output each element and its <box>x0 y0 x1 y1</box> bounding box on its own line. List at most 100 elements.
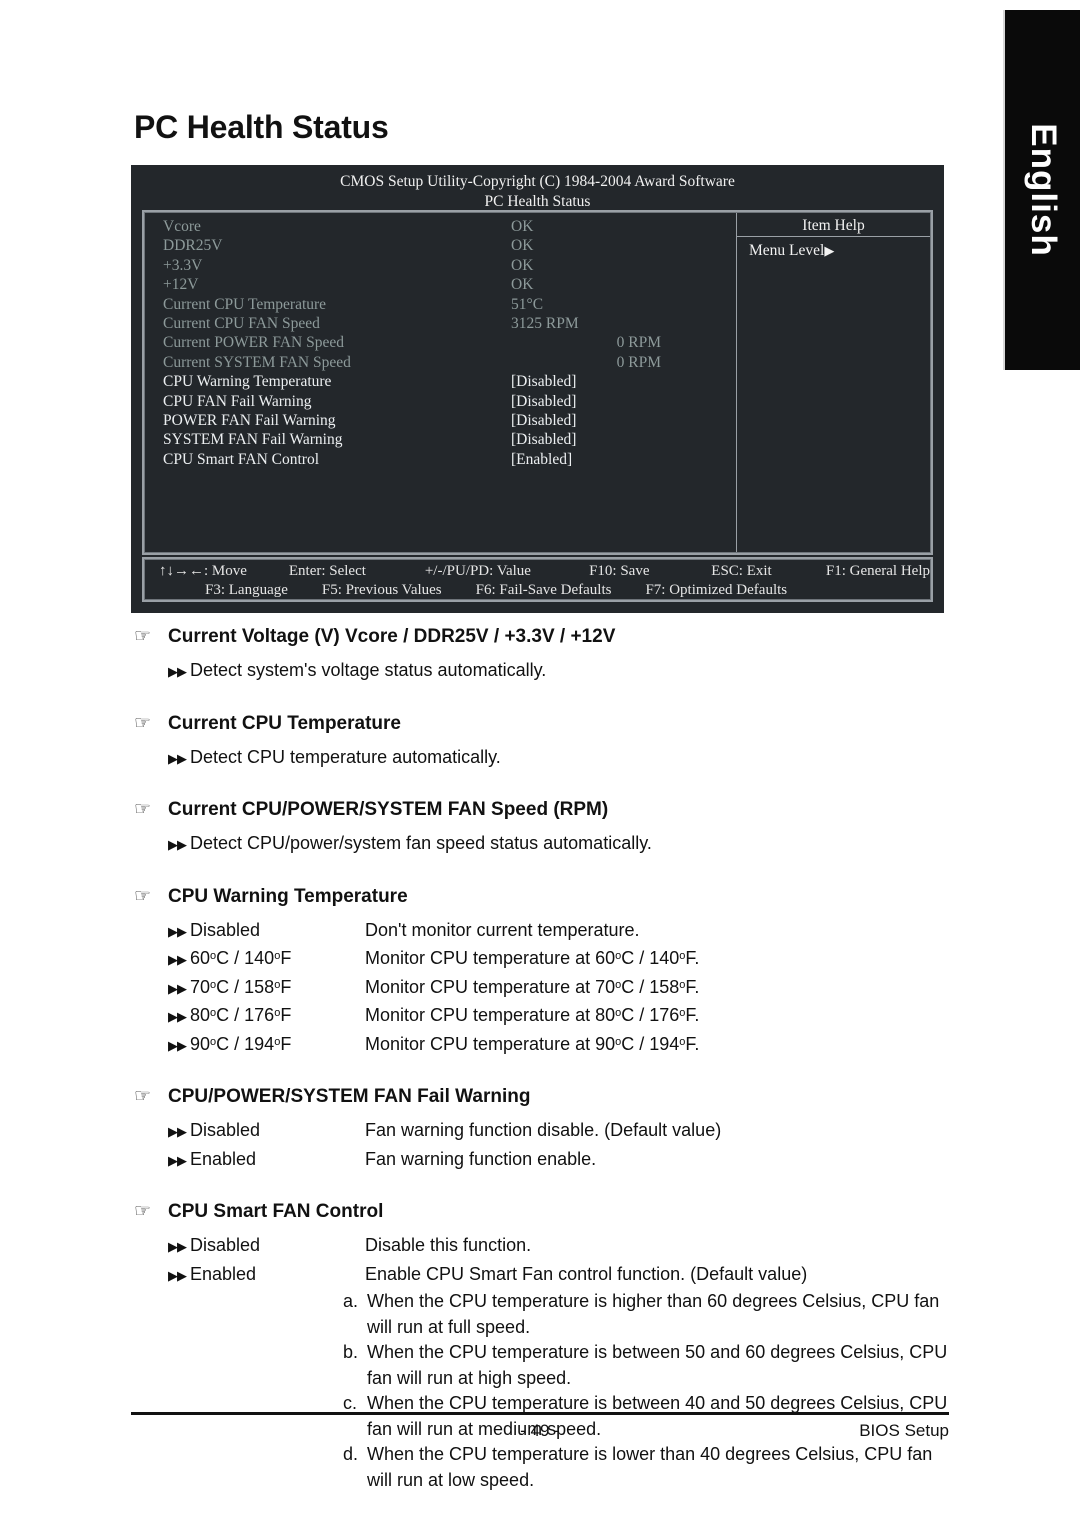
section-heading: ☞ CPU Warning Temperature <box>0 884 1080 909</box>
bios-key-hint: F1: General Help <box>825 563 930 579</box>
bios-setting-value: OK <box>511 237 534 255</box>
double-arrow-bullet-icon: ▶▶ <box>168 750 187 766</box>
option-row: ▶▶ Detect system's voltage status automat… <box>0 657 1080 686</box>
bios-setting-value: 0 RPM <box>616 334 661 352</box>
bios-key-hint: F6: Fail-Save Defaults <box>475 582 612 598</box>
bios-setup-screenshot: CMOS Setup Utility-Copyright (C) 1984-20… <box>131 165 944 613</box>
heading-spacer <box>0 1109 1080 1117</box>
documentation-body: ☞ Current Voltage (V) Vcore / DDR25V / +3… <box>0 624 1080 1493</box>
bios-key-hint: F3: Language <box>205 582 288 598</box>
page-title: PC Health Status <box>134 109 389 145</box>
language-tab-label: English <box>1023 123 1063 257</box>
sub-item-row: d. When the CPU temperature is lower than… <box>0 1442 1080 1468</box>
sub-item-indent <box>343 1315 367 1341</box>
bios-setting-name: Current CPU FAN Speed <box>163 315 320 333</box>
sub-item-indent <box>343 1366 367 1392</box>
bios-setting-value[interactable]: [Disabled] <box>511 392 661 411</box>
option-row: ▶▶ 90oC / 194oF Monitor CPU temperature at… <box>0 1031 1080 1060</box>
footer-divider <box>131 1412 949 1415</box>
bios-setting-row[interactable]: SYSTEM FAN Fail Warning [Disabled] <box>163 430 736 449</box>
option-row: ▶▶ Enabled Enable CPU Smart Fan control fu… <box>0 1261 1080 1290</box>
option-label: Disabled <box>190 1235 261 1255</box>
bios-setting-row: Current CPU FAN Speed 3125 RPM <box>163 314 736 333</box>
bios-key-hint: ESC: Exit <box>711 563 772 579</box>
bios-key-hint: +/-/PU/PD: Value <box>424 563 531 579</box>
section-heading-text: Current CPU Temperature <box>168 712 401 734</box>
bios-settings-list: Vcore OK DDR25V OK +3.3V OK +12V OK Current CPU … <box>145 213 737 552</box>
bios-setting-name: POWER FAN Fail Warning <box>163 412 336 430</box>
heading-spacer <box>0 736 1080 744</box>
bios-setting-name: Current POWER FAN Speed <box>163 334 344 352</box>
option-description: Fan warning function enable. <box>365 1148 597 1169</box>
option-label: 90oC / 194oF <box>190 1033 292 1054</box>
item-help-title: Item Help <box>737 213 930 237</box>
pointing-hand-icon: ☞ <box>134 626 152 647</box>
section-heading: ☞ Current Voltage (V) Vcore / DDR25V / +3… <box>0 624 1080 649</box>
bios-setting-row: DDR25V OK <box>163 236 736 255</box>
bios-setting-row[interactable]: POWER FAN Fail Warning [Disabled] <box>163 411 736 430</box>
bios-key-hint: F7: Optimized Defaults <box>645 582 788 598</box>
bios-setting-name: CPU Warning Temperature <box>163 373 332 391</box>
bios-setting-row[interactable]: CPU Smart FAN Control [Enabled] <box>163 450 736 469</box>
bios-setting-value: OK <box>511 256 534 274</box>
double-arrow-bullet-icon: ▶▶ <box>168 837 187 852</box>
bios-setting-row: Vcore OK <box>163 217 736 236</box>
bios-setting-value[interactable]: [Disabled] <box>511 430 661 449</box>
bios-setting-name: CPU FAN Fail Warning <box>163 392 312 410</box>
bios-key-hint: F10: Save <box>589 563 650 579</box>
pointing-hand-icon: ☞ <box>134 1201 152 1222</box>
heading-spacer <box>0 649 1080 657</box>
option-label: Enabled <box>190 1263 257 1284</box>
bios-setting-row[interactable]: CPU Warning Temperature [Disabled] <box>163 372 736 391</box>
sub-item-row-continued: will run at low speed. <box>0 1468 1080 1494</box>
bios-key-hint: Enter: Select <box>288 563 366 579</box>
option-row: ▶▶ 60oC / 140oF Monitor CPU temperature at… <box>0 945 1080 974</box>
menu-level-row: Menu Level▶ <box>737 237 930 261</box>
bios-setting-value[interactable]: [Disabled] <box>511 411 661 430</box>
sub-item-text-line-2: will run at full speed. <box>367 1316 531 1337</box>
double-arrow-bullet-icon: ▶▶ <box>168 980 187 996</box>
bios-utility-title: CMOS Setup Utility-Copyright (C) 1984-20… <box>340 173 735 190</box>
option-description: Monitor CPU temperature at 80oC / 176oF. <box>365 1005 700 1025</box>
sub-item-row: b. When the CPU temperature is between 50… <box>0 1340 1080 1366</box>
heading-spacer <box>0 1224 1080 1232</box>
pointing-hand-icon: ☞ <box>134 885 152 907</box>
bios-setting-row[interactable]: CPU FAN Fail Warning [Disabled] <box>163 392 736 411</box>
bios-key-legend-row-1: ↑↓→←: Move Enter: Select +/-/PU/PD: Value F… <box>145 562 930 581</box>
bios-setting-name: Current CPU Temperature <box>163 295 327 313</box>
sub-item-indent <box>343 1468 367 1494</box>
pointing-hand-icon: ☞ <box>134 712 152 734</box>
sub-item-row-continued: fan will run at high speed. <box>0 1366 1080 1392</box>
bios-setting-value[interactable]: [Enabled] <box>511 450 661 469</box>
bios-setting-value[interactable]: [Disabled] <box>511 372 661 391</box>
section-heading: ☞ CPU Smart FAN Control <box>0 1199 1080 1224</box>
section-heading-text: Current Voltage (V) Vcore / DDR25V / +3.… <box>168 626 616 647</box>
sub-item-text-line-1: When the CPU temperature is higher than … <box>367 1291 940 1311</box>
section-heading: ☞ Current CPU/POWER/SYSTEM FAN Speed (RPM… <box>0 797 1080 822</box>
double-arrow-bullet-icon: ▶▶ <box>168 1124 187 1139</box>
language-tab: English <box>1005 10 1080 370</box>
bios-setting-row: +3.3V OK <box>163 256 736 275</box>
bios-setting-row: +12V OK <box>163 275 736 294</box>
section-heading-text: CPU/POWER/SYSTEM FAN Fail Warning <box>168 1086 531 1107</box>
section-heading-text: CPU Smart FAN Control <box>168 1201 384 1222</box>
bios-key-hint: F5: Previous Values <box>321 582 442 598</box>
bios-setting-value: OK <box>511 276 534 294</box>
bios-main-area: Vcore OK DDR25V OK +3.3V OK +12V OK Current CPU … <box>142 210 933 555</box>
double-arrow-bullet-icon: ▶▶ <box>168 664 187 679</box>
option-row: ▶▶ Disabled Fan warning function disable. … <box>0 1117 1080 1146</box>
sub-item-letter: d. <box>343 1444 359 1464</box>
option-label: 70oC / 158oF <box>190 976 292 997</box>
option-label: Disabled <box>190 919 261 940</box>
menu-level-label: Menu Level <box>749 242 825 259</box>
option-label: 60oC / 140oF <box>190 948 292 968</box>
bios-setting-name: DDR25V <box>163 237 223 255</box>
option-description: Fan warning function disable. (Default v… <box>365 1120 722 1140</box>
option-description: Monitor CPU temperature at 90oC / 194oF. <box>365 1033 700 1054</box>
sub-item-letter: b. <box>343 1342 359 1362</box>
option-description: Detect CPU/power/system fan speed status… <box>190 833 652 853</box>
